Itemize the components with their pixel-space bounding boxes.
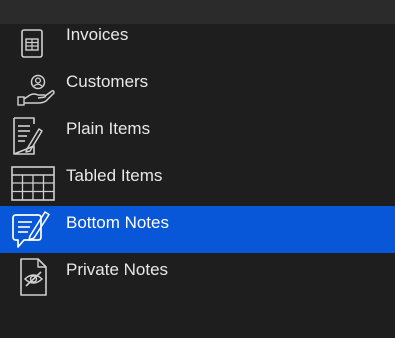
invoice-icon — [8, 22, 58, 62]
plain-items-icon — [8, 116, 58, 156]
sidebar-item-label: Plain Items — [66, 119, 151, 138]
bottom-notes-icon — [8, 210, 58, 250]
sidebar-item-label: Customers — [66, 72, 149, 91]
sidebar-item-customers[interactable]: Customers — [0, 65, 395, 112]
tabled-items-icon — [8, 163, 58, 203]
customers-icon — [8, 69, 58, 109]
sidebar-item-label: Tabled Items — [66, 166, 163, 185]
private-notes-icon — [8, 257, 58, 297]
sidebar-item-invoices[interactable]: Invoices — [0, 18, 395, 65]
sidebar-item-label: Invoices — [66, 25, 129, 44]
sidebar-item-label: Private Notes — [66, 260, 169, 279]
sidebar-item-label: Bottom Notes — [66, 213, 169, 232]
app-window: Invoices Customers Plain Items Tabled It… — [0, 0, 395, 338]
sidebar-item-tabled-items[interactable]: Tabled Items — [0, 159, 395, 206]
sidebar: Invoices Customers Plain Items Tabled It… — [0, 24, 395, 338]
sidebar-item-plain-items[interactable]: Plain Items — [0, 112, 395, 159]
sidebar-item-private-notes[interactable]: Private Notes — [0, 253, 395, 300]
sidebar-item-bottom-notes[interactable]: Bottom Notes — [0, 206, 395, 253]
